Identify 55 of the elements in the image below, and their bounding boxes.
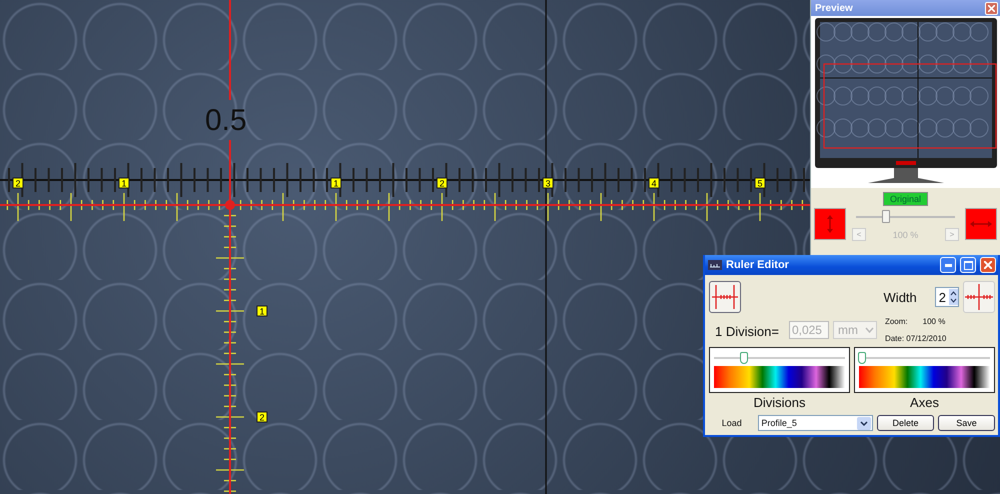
action-button[interactable]: Save	[938, 415, 995, 431]
caret-icon	[857, 416, 871, 430]
width-spinner[interactable]: 2	[934, 287, 959, 307]
color-slider-label: Axes	[909, 394, 940, 410]
vertical-arrows-icon	[827, 215, 833, 233]
close-button[interactable]	[985, 2, 998, 14]
next-button[interactable]: >	[945, 228, 959, 241]
close-icon	[984, 261, 992, 269]
original-button[interactable]: Original	[882, 192, 928, 206]
previous-button[interactable]: <	[852, 228, 866, 241]
spinner-arrows-icon	[949, 289, 958, 305]
minimize-button[interactable]	[940, 257, 956, 273]
width-label: Width	[884, 290, 917, 304]
scale-label: 5	[754, 178, 766, 188]
color-slider[interactable]	[714, 352, 845, 365]
scale-crosshair-icon	[965, 284, 993, 310]
maximize-icon	[964, 260, 972, 270]
scale-label: 3	[542, 178, 554, 188]
slider-thumb[interactable]	[740, 352, 748, 364]
profile-dropdown[interactable]: Profile_5	[758, 415, 873, 431]
vertical-flip-button[interactable]	[814, 208, 846, 240]
division-label: 1 Division=	[715, 324, 779, 339]
scale-label: 1	[118, 178, 130, 188]
panel-title: Preview	[815, 2, 853, 14]
zoom-label: Zoom:	[884, 317, 909, 326]
scale-label: 2	[436, 178, 448, 188]
slider-thumb[interactable]	[858, 352, 866, 364]
minimize-icon	[944, 264, 952, 266]
window-title: Ruler Editor	[726, 259, 790, 271]
ruler-style-button[interactable]	[709, 281, 741, 313]
scale-label: 2	[12, 178, 24, 188]
close-icon	[988, 4, 995, 12]
scale-label: 4	[648, 178, 660, 188]
action-button[interactable]: Delete	[877, 415, 934, 431]
measurement-label: 0.5	[205, 106, 247, 136]
ruler-icon	[708, 260, 722, 270]
maximize-button[interactable]	[960, 257, 976, 273]
horizontal-flip-button[interactable]	[965, 208, 997, 240]
scale-label: 2	[256, 412, 268, 422]
axes-style-button[interactable]	[963, 281, 995, 313]
load-label: Load	[720, 418, 743, 428]
scale-label: 1	[330, 178, 342, 188]
ruler-crosshair-icon	[712, 285, 738, 309]
color-slider-label: Divisions	[752, 394, 806, 410]
zoom-value: 100 %	[922, 317, 946, 326]
zoom-slider[interactable]	[856, 210, 955, 224]
close-button[interactable]	[980, 257, 996, 273]
date-text: Date: 07/12/2010	[884, 334, 946, 343]
color-slider[interactable]	[859, 352, 990, 365]
slider-thumb[interactable]	[882, 210, 890, 223]
origin-marker	[225, 200, 235, 210]
caret-icon	[864, 327, 874, 333]
scale-label: 1	[256, 306, 268, 316]
zoom-reading: 100 %	[892, 230, 918, 240]
horizontal-arrows-icon	[970, 221, 992, 227]
